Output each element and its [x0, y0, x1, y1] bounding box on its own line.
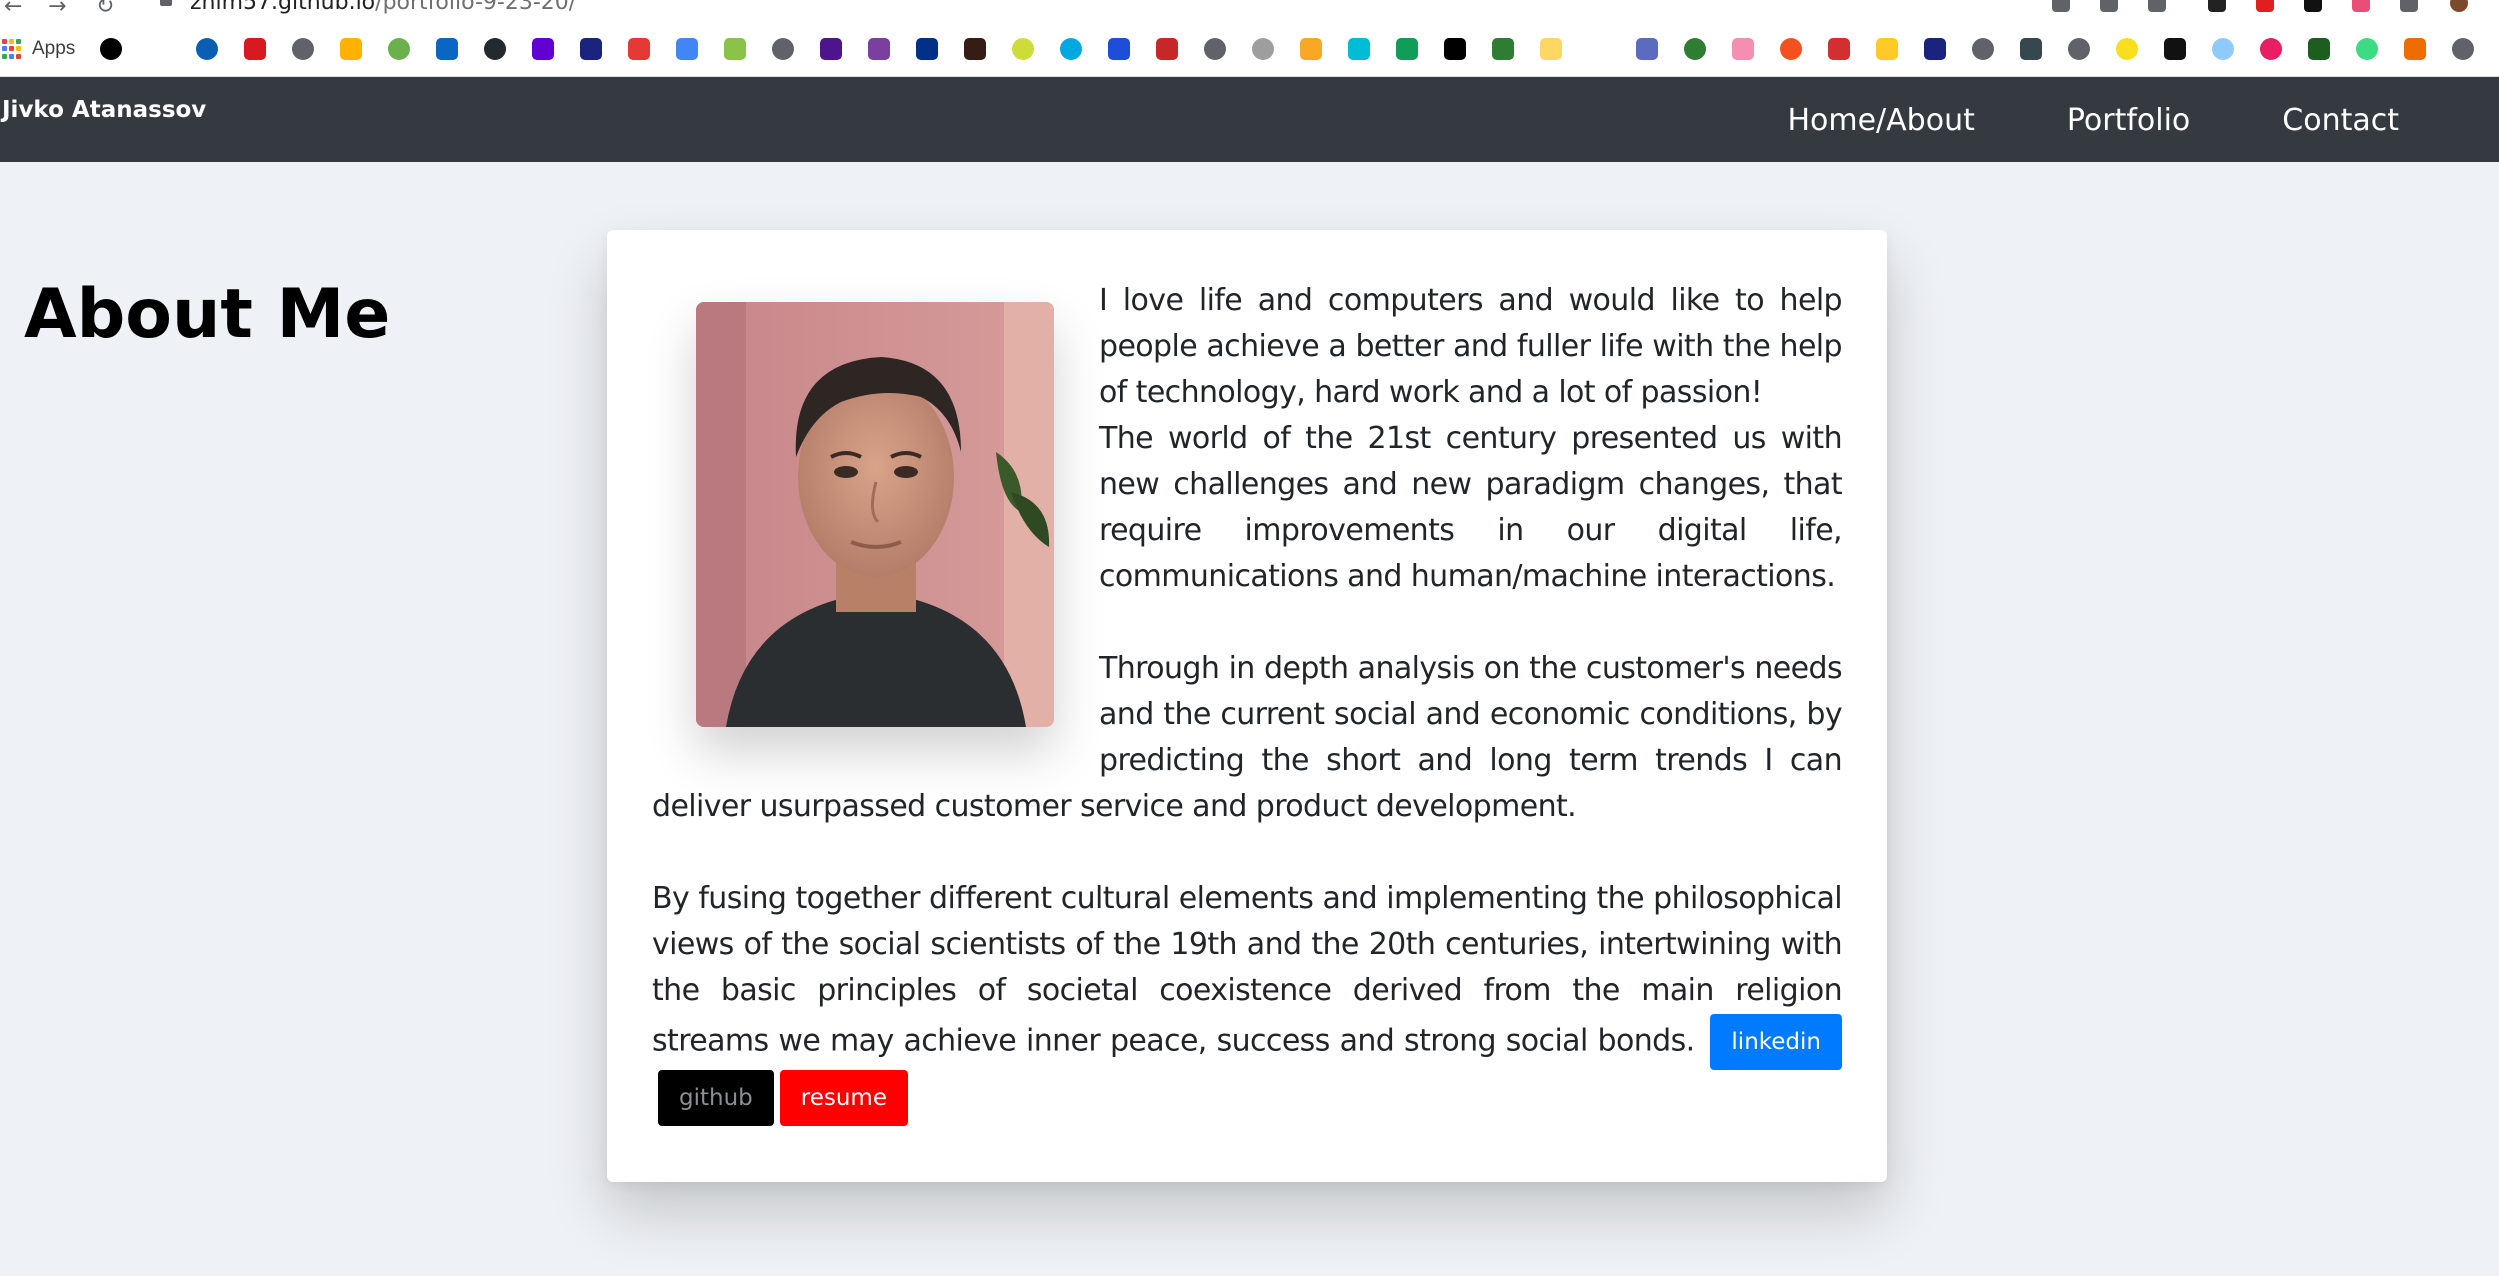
- about-text: I love life and computers and would like…: [652, 278, 1843, 1126]
- bookmark-icon[interactable]: [868, 38, 890, 60]
- bookmark-icon[interactable]: [1780, 38, 1802, 60]
- globe-icon[interactable]: [2068, 38, 2090, 60]
- ups-icon[interactable]: [964, 38, 986, 60]
- bookmark-icon[interactable]: [2212, 38, 2234, 60]
- bookmark-icon[interactable]: [1684, 38, 1706, 60]
- android-icon[interactable]: [2356, 38, 2378, 60]
- linkedin-icon[interactable]: [436, 38, 458, 60]
- nav-home-about-link[interactable]: Home/About: [1787, 103, 1974, 138]
- bookmark-icon[interactable]: [2308, 38, 2330, 60]
- nav-links: Home/About Portfolio Contact: [1787, 103, 2399, 138]
- linkedin-button[interactable]: linkedin: [1710, 1014, 1842, 1070]
- sheets-icon[interactable]: [1396, 38, 1418, 60]
- extension-icon[interactable]: [2208, 0, 2226, 12]
- about-card: I love life and computers and would like…: [607, 230, 1887, 1182]
- site-navbar: Jivko Atanassov Home/About Portfolio Con…: [0, 77, 2499, 162]
- bookmarks-bar: Apps: [0, 24, 2499, 77]
- bookmark-icon[interactable]: [1012, 38, 1034, 60]
- fedex-icon[interactable]: [820, 38, 842, 60]
- globe-icon[interactable]: [1204, 38, 1226, 60]
- globe-icon[interactable]: [2452, 38, 2474, 60]
- bookmark-icon[interactable]: [1732, 38, 1754, 60]
- browser-address-bar: ← → ↻ zhim57.github.io/portfolio-9-23-20…: [0, 0, 2499, 25]
- bookmark-icon[interactable]: [1540, 38, 1562, 60]
- bookmark-icon[interactable]: [2164, 38, 2186, 60]
- about-paragraph-2: The world of the 21st century presented …: [1099, 421, 1843, 594]
- paypal-icon[interactable]: [916, 38, 938, 60]
- bookmark-icon[interactable]: [2020, 38, 2042, 60]
- resume-button[interactable]: resume: [779, 1070, 908, 1126]
- google-icon[interactable]: [676, 38, 698, 60]
- nav-portfolio-link[interactable]: Portfolio: [2067, 103, 2190, 138]
- bookmark-icon[interactable]: [1156, 38, 1178, 60]
- apps-grid-icon: [2, 39, 22, 59]
- extension-icon[interactable]: [2352, 0, 2370, 12]
- globe-icon[interactable]: [1972, 38, 1994, 60]
- bookmark-icon[interactable]: [1060, 38, 1082, 60]
- extension-icon[interactable]: [2256, 0, 2274, 12]
- bookmark-chase-icon[interactable]: [196, 38, 218, 60]
- bookmark-icon[interactable]: [340, 38, 362, 60]
- bookmark-icon[interactable]: [388, 38, 410, 60]
- extension-icon[interactable]: [2304, 0, 2322, 12]
- bookmark-icon[interactable]: [1300, 38, 1322, 60]
- apps-label: Apps: [32, 38, 76, 59]
- profile-avatar-icon[interactable]: [2450, 0, 2468, 12]
- yahoo-icon[interactable]: [532, 38, 554, 60]
- forward-arrow-icon[interactable]: →: [48, 0, 66, 19]
- bookmark-icon[interactable]: [1108, 38, 1130, 60]
- reading-list-icon[interactable]: [2052, 0, 2070, 12]
- about-paragraph-1: I love life and computers and would like…: [1099, 283, 1843, 410]
- lock-icon[interactable]: [160, 0, 172, 6]
- back-arrow-icon[interactable]: ←: [4, 0, 22, 19]
- bookmark-icon[interactable]: [1828, 38, 1850, 60]
- site-brand[interactable]: Jivko Atanassov: [2, 97, 206, 123]
- profile-photo: [696, 302, 1054, 727]
- page-title: About Me: [24, 275, 391, 354]
- bookmark-icon[interactable]: [2404, 38, 2426, 60]
- pencil-icon[interactable]: [1876, 38, 1898, 60]
- profile-photo-image: [696, 302, 1054, 727]
- reload-icon[interactable]: ↻: [96, 0, 114, 19]
- github-button[interactable]: github: [658, 1070, 774, 1126]
- qr-code-icon[interactable]: [2100, 0, 2118, 12]
- td-bank-icon[interactable]: [1492, 38, 1514, 60]
- apps-shortcut[interactable]: Apps: [2, 38, 75, 60]
- bookmark-icon[interactable]: [1588, 38, 1610, 60]
- github-icon[interactable]: [484, 38, 506, 60]
- bookmark-icon[interactable]: [724, 38, 746, 60]
- globe-icon[interactable]: [292, 38, 314, 60]
- about-paragraph-4: By fusing together different cultural el…: [652, 881, 1843, 1059]
- bookmark-icon[interactable]: [1444, 38, 1466, 60]
- nav-contact-link[interactable]: Contact: [2282, 103, 2399, 138]
- bookmark-icon[interactable]: [1636, 38, 1658, 60]
- bookmark-icon[interactable]: [580, 38, 602, 60]
- bookmark-icon[interactable]: [2260, 38, 2282, 60]
- bookmark-icon[interactable]: [1348, 38, 1370, 60]
- bookmark-icon[interactable]: [100, 38, 122, 60]
- globe-icon[interactable]: [772, 38, 794, 60]
- bookmark-citi-icon[interactable]: [148, 38, 170, 60]
- url-text[interactable]: zhim57.github.io/portfolio-9-23-20/: [190, 0, 576, 15]
- bookmark-star-icon[interactable]: [2148, 0, 2166, 12]
- bookmark-icon[interactable]: [1924, 38, 1946, 60]
- puzzle-extensions-icon[interactable]: [2400, 0, 2418, 12]
- bookmark-icon[interactable]: [244, 38, 266, 60]
- javascript-icon[interactable]: [2116, 38, 2138, 60]
- bookmark-icon[interactable]: [628, 38, 650, 60]
- bookmark-icon[interactable]: [1252, 38, 1274, 60]
